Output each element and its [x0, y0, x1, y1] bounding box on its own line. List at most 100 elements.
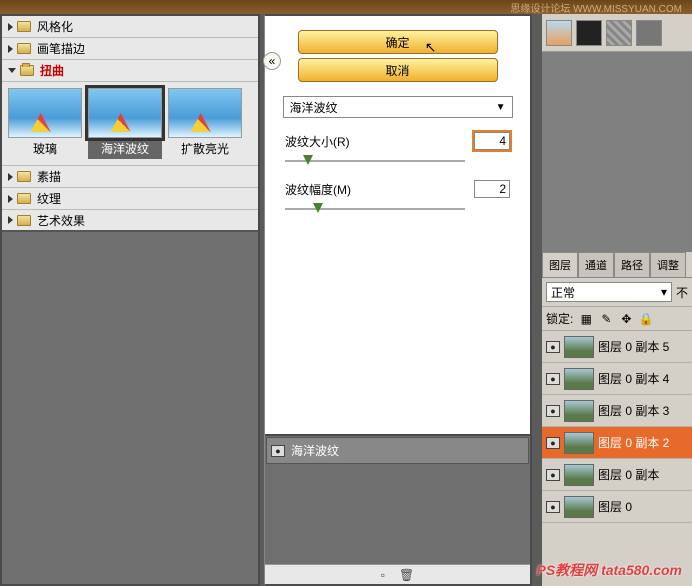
swatch-row [542, 14, 692, 52]
param-label-ripple-mag: 波纹幅度(M) [285, 181, 351, 198]
spacer [542, 52, 692, 252]
applied-filter-row[interactable]: ● 海洋波纹 [266, 437, 529, 464]
tab-paths[interactable]: 路径 [614, 252, 650, 277]
lock-move-icon[interactable]: ✥ [619, 312, 633, 326]
collapse-button[interactable]: « [263, 52, 281, 70]
layer-thumb [564, 432, 594, 454]
swatch[interactable] [606, 20, 632, 46]
tab-layers[interactable]: 图层 [542, 252, 578, 277]
folder-icon [17, 21, 31, 32]
swatch[interactable] [636, 20, 662, 46]
visibility-icon[interactable]: ● [546, 373, 560, 385]
category-stylize[interactable]: 风格化 [2, 16, 258, 38]
layer-name: 图层 0 副本 2 [598, 434, 669, 451]
new-effect-icon[interactable]: ▫ [381, 568, 385, 582]
chevron-right-icon [8, 173, 13, 181]
thumb-label: 玻璃 [8, 138, 82, 159]
filter-select[interactable]: 海洋波纹 ▼ [283, 96, 513, 118]
category-artistic[interactable]: 艺术效果 [2, 210, 258, 232]
ripple-mag-slider[interactable] [285, 202, 465, 216]
layer-name: 图层 0 副本 4 [598, 370, 669, 387]
select-value: 海洋波纹 [290, 99, 338, 116]
thumb-label: 扩散亮光 [168, 138, 242, 159]
param-label-ripple-size: 波纹大小(R) [285, 133, 350, 150]
tab-channels[interactable]: 通道 [578, 252, 614, 277]
slider-thumb-icon[interactable] [313, 203, 323, 213]
category-label: 风格化 [37, 18, 73, 35]
layer-row[interactable]: ● 图层 0 副本 [542, 459, 692, 491]
thumb-label: 海洋波纹 [88, 138, 162, 159]
applied-filter-label: 海洋波纹 [291, 442, 339, 459]
category-label: 扭曲 [40, 62, 64, 79]
trash-icon[interactable]: 🗑 [399, 568, 414, 582]
chevron-right-icon [8, 216, 13, 224]
tab-adjust[interactable]: 调整 [650, 252, 686, 277]
category-distort[interactable]: 扭曲 [2, 60, 258, 82]
visibility-icon[interactable]: ● [271, 445, 285, 457]
thumb-glass[interactable]: 玻璃 [8, 88, 82, 159]
blend-mode-select[interactable]: 正常 ▾ [546, 282, 672, 302]
layer-name: 图层 0 副本 [598, 466, 659, 483]
category-label: 素描 [37, 168, 61, 185]
lock-transparent-icon[interactable]: ▦ [579, 312, 593, 326]
thumb-diffuse-glow[interactable]: 扩散亮光 [168, 88, 242, 159]
layer-row[interactable]: ● 图层 0 副本 3 [542, 395, 692, 427]
visibility-icon[interactable]: ● [546, 501, 560, 513]
chevron-down-icon: ▼ [496, 102, 506, 113]
filter-thumbnails: 玻璃 海洋波纹 扩散亮光 [2, 82, 258, 166]
swatch[interactable] [546, 20, 572, 46]
thumb-image [8, 88, 82, 138]
ripple-size-slider[interactable] [285, 154, 465, 168]
layer-row[interactable]: ● 图层 0 副本 4 [542, 363, 692, 395]
layer-thumb [564, 464, 594, 486]
visibility-icon[interactable]: ● [546, 341, 560, 353]
opacity-label: 不 [676, 284, 688, 301]
folder-open-icon [20, 65, 34, 76]
layer-thumb [564, 336, 594, 358]
cursor-icon: ↖ [425, 39, 437, 56]
chevron-down-icon [8, 68, 16, 73]
cancel-button[interactable]: 取消 [298, 58, 498, 82]
lock-brush-icon[interactable]: ✎ [599, 312, 613, 326]
lock-all-icon[interactable]: 🔒 [639, 312, 653, 326]
thumb-image [168, 88, 242, 138]
ripple-mag-input[interactable] [474, 180, 510, 198]
category-sketch[interactable]: 素描 [2, 166, 258, 188]
category-brush[interactable]: 画笔描边 [2, 38, 258, 60]
category-texture[interactable]: 纹理 [2, 188, 258, 210]
folder-icon [17, 171, 31, 182]
thumb-ocean-ripple[interactable]: 海洋波纹 [88, 88, 162, 159]
watermark-top: 思缘设计论坛 WWW.MISSYUAN.COM [510, 0, 682, 15]
button-label: 确定 [385, 36, 409, 50]
folder-icon [17, 193, 31, 204]
layer-name: 图层 0 副本 3 [598, 402, 669, 419]
lock-row: 锁定: ▦ ✎ ✥ 🔒 [542, 306, 692, 331]
layer-row[interactable]: ● 图层 0 副本 2 [542, 427, 692, 459]
visibility-icon[interactable]: ● [546, 405, 560, 417]
double-chevron-icon: « [269, 54, 276, 68]
layer-name: 图层 0 副本 5 [598, 338, 669, 355]
chevron-right-icon [8, 195, 13, 203]
layer-thumb [564, 400, 594, 422]
ok-button[interactable]: 确定 ↖ [298, 30, 498, 54]
category-label: 纹理 [37, 190, 61, 207]
thumb-image [88, 88, 162, 138]
layers-list: ● 图层 0 副本 5 ● 图层 0 副本 4 ● 图层 0 副本 3 ● 图层… [542, 331, 692, 523]
panel-tabs: 图层 通道 路径 调整 [542, 252, 692, 278]
right-panels: 图层 通道 路径 调整 正常 ▾ 不 锁定: ▦ ✎ ✥ 🔒 ● 图层 0 副本… [542, 14, 692, 586]
swatch[interactable] [576, 20, 602, 46]
watermark-bottom: PS教程网 tata580.com [537, 560, 683, 580]
folder-icon [17, 215, 31, 226]
layer-row[interactable]: ● 图层 0 [542, 491, 692, 523]
blend-mode-row: 正常 ▾ 不 [542, 278, 692, 306]
layer-thumb [564, 368, 594, 390]
filter-category-panel: 风格化 画笔描边 扭曲 玻璃 海洋波纹 扩散亮光 素描 纹理 [0, 14, 260, 586]
chevron-right-icon [8, 45, 13, 53]
blend-mode-value: 正常 [551, 284, 575, 301]
layer-row[interactable]: ● 图层 0 副本 5 [542, 331, 692, 363]
button-label: 取消 [385, 64, 409, 78]
ripple-size-input[interactable] [474, 132, 510, 150]
visibility-icon[interactable]: ● [546, 469, 560, 481]
visibility-icon[interactable]: ● [546, 437, 560, 449]
slider-thumb-icon[interactable] [303, 155, 313, 165]
